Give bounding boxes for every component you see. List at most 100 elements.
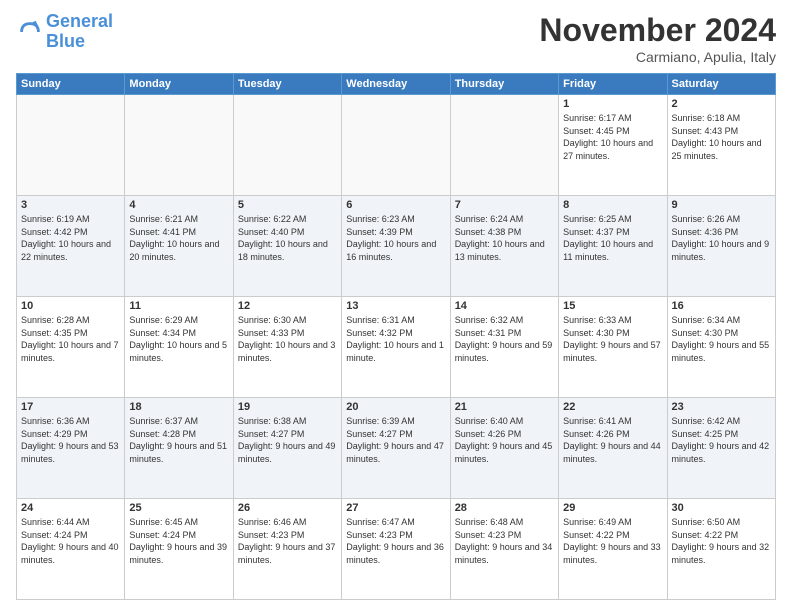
logo-icon — [16, 18, 44, 46]
day-cell: 15Sunrise: 6:33 AMSunset: 4:30 PMDayligh… — [559, 297, 667, 398]
day-info: Sunrise: 6:26 AMSunset: 4:36 PMDaylight:… — [672, 213, 771, 263]
title-block: November 2024 Carmiano, Apulia, Italy — [539, 12, 776, 65]
logo-line1: General — [46, 11, 113, 31]
header-sunday: Sunday — [17, 74, 125, 95]
day-number: 13 — [346, 300, 445, 312]
day-cell: 9 Sunrise: 6:26 AMSunset: 4:36 PMDaylight… — [667, 196, 775, 297]
day-cell — [450, 95, 558, 196]
day-number: 19 — [238, 401, 337, 413]
calendar-table: Sunday Monday Tuesday Wednesday Thursday… — [16, 73, 776, 600]
day-number: 16 — [672, 300, 771, 312]
day-info: Sunrise: 6:19 AMSunset: 4:42 PMDaylight:… — [21, 213, 120, 263]
day-cell: 17 Sunrise: 6:36 AMSunset: 4:29 PMDayligh… — [17, 398, 125, 499]
day-number: 26 — [238, 502, 337, 514]
day-number: 1 — [563, 98, 662, 110]
day-cell: 27Sunrise: 6:47 AMSunset: 4:23 PMDayligh… — [342, 499, 450, 600]
day-cell: 25 Sunrise: 6:45 AMSunset: 4:24 PMDayligh… — [125, 499, 233, 600]
day-cell: 24Sunrise: 6:44 AMSunset: 4:24 PMDayligh… — [17, 499, 125, 600]
header: General Blue November 2024 Carmiano, Apu… — [16, 12, 776, 65]
day-number: 11 — [129, 300, 228, 312]
logo-text: General Blue — [46, 12, 113, 52]
week-row-3: 17 Sunrise: 6:36 AMSunset: 4:29 PMDayligh… — [17, 398, 776, 499]
day-info: Sunrise: 6:50 AMSunset: 4:22 PMDaylight:… — [672, 516, 771, 566]
month-title: November 2024 — [539, 12, 776, 49]
day-cell: 16 Sunrise: 6:34 AMSunset: 4:30 PMDayligh… — [667, 297, 775, 398]
day-cell: 10 Sunrise: 6:28 AMSunset: 4:35 PMDayligh… — [17, 297, 125, 398]
day-number: 14 — [455, 300, 554, 312]
day-cell: 1 Sunrise: 6:17 AMSunset: 4:45 PMDaylight… — [559, 95, 667, 196]
day-cell: 11 Sunrise: 6:29 AMSunset: 4:34 PMDayligh… — [125, 297, 233, 398]
day-number: 10 — [21, 300, 120, 312]
day-number: 20 — [346, 401, 445, 413]
week-row-2: 10 Sunrise: 6:28 AMSunset: 4:35 PMDayligh… — [17, 297, 776, 398]
day-cell — [342, 95, 450, 196]
day-cell: 7 Sunrise: 6:24 AMSunset: 4:38 PMDaylight… — [450, 196, 558, 297]
day-info: Sunrise: 6:41 AMSunset: 4:26 PMDaylight:… — [563, 415, 662, 465]
day-number: 15 — [563, 300, 662, 312]
week-row-4: 24Sunrise: 6:44 AMSunset: 4:24 PMDayligh… — [17, 499, 776, 600]
day-info: Sunrise: 6:37 AMSunset: 4:28 PMDaylight:… — [129, 415, 228, 465]
day-number: 7 — [455, 199, 554, 211]
day-cell: 22 Sunrise: 6:41 AMSunset: 4:26 PMDayligh… — [559, 398, 667, 499]
day-number: 4 — [129, 199, 228, 211]
header-wednesday: Wednesday — [342, 74, 450, 95]
day-number: 9 — [672, 199, 771, 211]
day-cell: 6 Sunrise: 6:23 AMSunset: 4:39 PMDaylight… — [342, 196, 450, 297]
day-info: Sunrise: 6:22 AMSunset: 4:40 PMDaylight:… — [238, 213, 337, 263]
day-info: Sunrise: 6:45 AMSunset: 4:24 PMDaylight:… — [129, 516, 228, 566]
day-info: Sunrise: 6:40 AMSunset: 4:26 PMDaylight:… — [455, 415, 554, 465]
day-number: 25 — [129, 502, 228, 514]
day-cell — [17, 95, 125, 196]
day-info: Sunrise: 6:39 AMSunset: 4:27 PMDaylight:… — [346, 415, 445, 465]
header-tuesday: Tuesday — [233, 74, 341, 95]
day-cell: 14 Sunrise: 6:32 AMSunset: 4:31 PMDayligh… — [450, 297, 558, 398]
day-info: Sunrise: 6:44 AMSunset: 4:24 PMDaylight:… — [21, 516, 120, 566]
day-number: 8 — [563, 199, 662, 211]
day-info: Sunrise: 6:42 AMSunset: 4:25 PMDaylight:… — [672, 415, 771, 465]
day-info: Sunrise: 6:32 AMSunset: 4:31 PMDaylight:… — [455, 314, 554, 364]
day-number: 12 — [238, 300, 337, 312]
day-cell: 12 Sunrise: 6:30 AMSunset: 4:33 PMDayligh… — [233, 297, 341, 398]
day-cell: 2 Sunrise: 6:18 AMSunset: 4:43 PMDaylight… — [667, 95, 775, 196]
day-info: Sunrise: 6:38 AMSunset: 4:27 PMDaylight:… — [238, 415, 337, 465]
day-number: 6 — [346, 199, 445, 211]
header-saturday: Saturday — [667, 74, 775, 95]
day-info: Sunrise: 6:48 AMSunset: 4:23 PMDaylight:… — [455, 516, 554, 566]
day-info: Sunrise: 6:34 AMSunset: 4:30 PMDaylight:… — [672, 314, 771, 364]
day-cell: 19 Sunrise: 6:38 AMSunset: 4:27 PMDayligh… — [233, 398, 341, 499]
day-info: Sunrise: 6:18 AMSunset: 4:43 PMDaylight:… — [672, 112, 771, 162]
day-info: Sunrise: 6:29 AMSunset: 4:34 PMDaylight:… — [129, 314, 228, 364]
day-number: 30 — [672, 502, 771, 514]
day-info: Sunrise: 6:25 AMSunset: 4:37 PMDaylight:… — [563, 213, 662, 263]
day-cell: 8 Sunrise: 6:25 AMSunset: 4:37 PMDaylight… — [559, 196, 667, 297]
day-number: 17 — [21, 401, 120, 413]
day-number: 2 — [672, 98, 771, 110]
day-info: Sunrise: 6:31 AMSunset: 4:32 PMDaylight:… — [346, 314, 445, 364]
day-info: Sunrise: 6:46 AMSunset: 4:23 PMDaylight:… — [238, 516, 337, 566]
calendar-header-row: Sunday Monday Tuesday Wednesday Thursday… — [17, 74, 776, 95]
day-number: 23 — [672, 401, 771, 413]
day-cell: 20 Sunrise: 6:39 AMSunset: 4:27 PMDayligh… — [342, 398, 450, 499]
day-info: Sunrise: 6:36 AMSunset: 4:29 PMDaylight:… — [21, 415, 120, 465]
day-cell: 29Sunrise: 6:49 AMSunset: 4:22 PMDayligh… — [559, 499, 667, 600]
day-number: 5 — [238, 199, 337, 211]
day-number: 27 — [346, 502, 445, 514]
day-number: 22 — [563, 401, 662, 413]
day-cell: 30 Sunrise: 6:50 AMSunset: 4:22 PMDayligh… — [667, 499, 775, 600]
day-cell: 4Sunrise: 6:21 AMSunset: 4:41 PMDaylight… — [125, 196, 233, 297]
day-info: Sunrise: 6:23 AMSunset: 4:39 PMDaylight:… — [346, 213, 445, 263]
day-cell: 21Sunrise: 6:40 AMSunset: 4:26 PMDayligh… — [450, 398, 558, 499]
header-thursday: Thursday — [450, 74, 558, 95]
page: General Blue November 2024 Carmiano, Apu… — [0, 0, 792, 612]
day-info: Sunrise: 6:17 AMSunset: 4:45 PMDaylight:… — [563, 112, 662, 162]
day-info: Sunrise: 6:28 AMSunset: 4:35 PMDaylight:… — [21, 314, 120, 364]
day-number: 29 — [563, 502, 662, 514]
day-info: Sunrise: 6:24 AMSunset: 4:38 PMDaylight:… — [455, 213, 554, 263]
day-info: Sunrise: 6:30 AMSunset: 4:33 PMDaylight:… — [238, 314, 337, 364]
day-cell: 5 Sunrise: 6:22 AMSunset: 4:40 PMDaylight… — [233, 196, 341, 297]
day-cell: 3Sunrise: 6:19 AMSunset: 4:42 PMDaylight… — [17, 196, 125, 297]
day-number: 18 — [129, 401, 228, 413]
day-cell: 18 Sunrise: 6:37 AMSunset: 4:28 PMDayligh… — [125, 398, 233, 499]
logo: General Blue — [16, 12, 113, 52]
day-cell: 13 Sunrise: 6:31 AMSunset: 4:32 PMDayligh… — [342, 297, 450, 398]
